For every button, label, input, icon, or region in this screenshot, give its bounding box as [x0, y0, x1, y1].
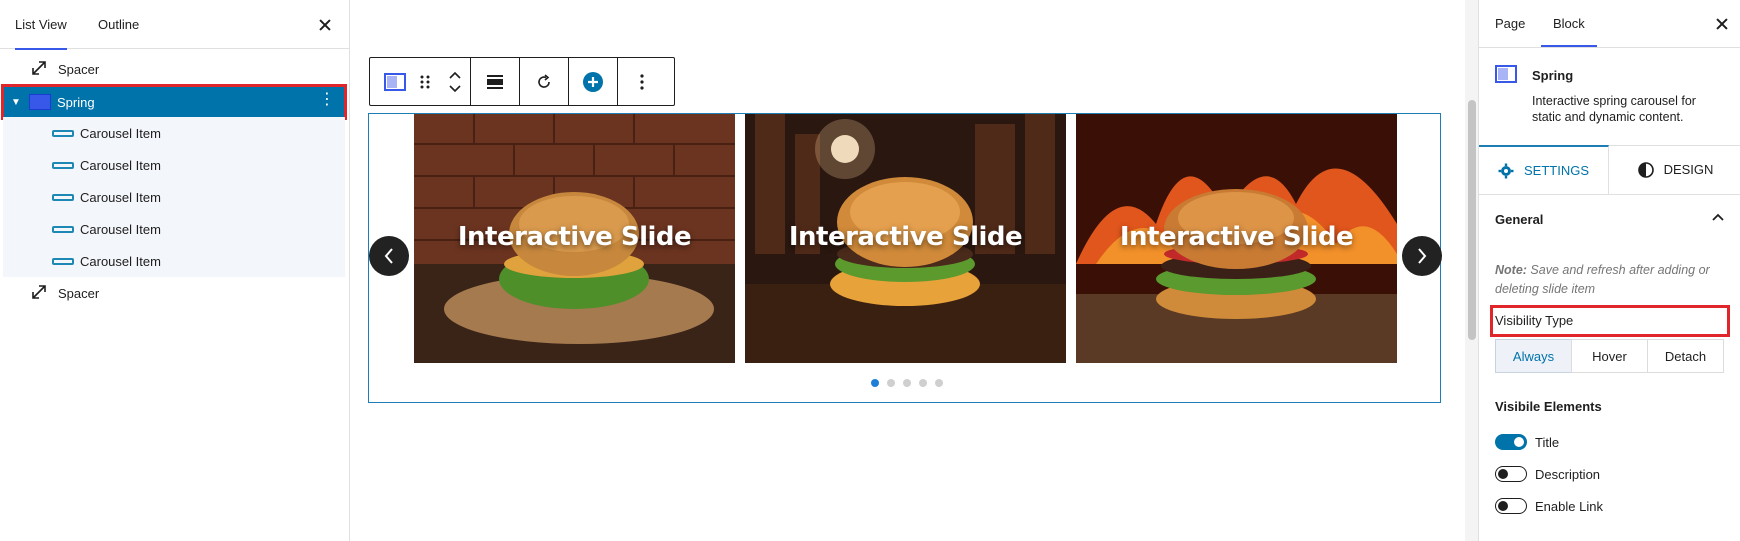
carousel-slide-2[interactable]: Interactive Slide — [745, 114, 1066, 363]
toggle-title[interactable] — [1495, 434, 1527, 450]
carousel-item-icon — [52, 257, 74, 265]
chevron-right-icon — [1418, 248, 1427, 264]
pagination-dot-4[interactable] — [919, 379, 927, 387]
rotate-icon[interactable] — [520, 58, 568, 105]
carousel-slide-1[interactable]: Interactive Slide — [414, 114, 735, 363]
general-note: Note: Save and refresh after adding or d… — [1495, 261, 1710, 299]
chevron-up-icon[interactable] — [1711, 210, 1725, 225]
pagination-dot-3[interactable] — [903, 379, 911, 387]
toggle-title-label: Title — [1535, 435, 1560, 450]
toggle-enable-link-label: Enable Link — [1535, 499, 1603, 514]
toolbar-group-add — [569, 58, 618, 105]
list-item-spring[interactable]: ▼ Spring ⋮ — [1, 84, 347, 120]
slide-title: Interactive Slide — [457, 222, 692, 252]
next-slide-button[interactable] — [1402, 236, 1442, 276]
spring-block-icon — [29, 94, 51, 110]
visible-elements-heading: Visibile Elements — [1495, 399, 1602, 414]
pagination-dot-2[interactable] — [887, 379, 895, 387]
general-heading: General — [1495, 212, 1544, 227]
spring-carousel-block[interactable]: Interactive Slide Interactive Slide Inte… — [368, 113, 1442, 403]
block-description-line: Interactive spring carousel for — [1532, 94, 1696, 108]
more-options-icon[interactable] — [618, 58, 666, 105]
list-item-carousel-item[interactable]: Carousel Item — [3, 181, 345, 213]
block-name: Spring — [1532, 68, 1574, 83]
toolbar-group-align — [471, 58, 520, 105]
move-up-down-icon[interactable] — [440, 58, 470, 105]
list-view-panel: List View Outline Spacer ▼ Spring ⋮ Caro… — [0, 0, 350, 541]
gear-icon — [1498, 163, 1514, 178]
list-item-label: Spacer — [58, 285, 100, 301]
spacer-icon — [30, 59, 52, 80]
block-type-icon[interactable] — [380, 58, 410, 105]
list-item-label: Spacer — [58, 61, 100, 77]
toolbar-group-block — [370, 58, 471, 105]
list-item-spacer[interactable]: Spacer — [3, 277, 345, 309]
close-icon[interactable] — [1712, 14, 1732, 34]
slide-title: Interactive Slide — [1119, 222, 1354, 252]
slide-title: Interactive Slide — [788, 222, 1023, 252]
add-plus-icon[interactable] — [569, 58, 617, 105]
visibility-always-button[interactable]: Always — [1495, 339, 1572, 373]
divider — [1479, 194, 1740, 195]
list-item-label: Carousel Item — [80, 221, 161, 237]
list-item-carousel-item[interactable]: Carousel Item — [3, 149, 345, 181]
settings-sidebar: Page Block Spring Interactive spring car… — [1478, 0, 1740, 541]
tab-outline[interactable]: Outline — [98, 0, 139, 49]
carousel-item-icon — [52, 161, 74, 169]
list-item-label: Carousel Item — [80, 157, 161, 173]
list-item-carousel-item[interactable]: Carousel Item — [3, 213, 345, 245]
close-icon[interactable] — [315, 15, 335, 35]
carousel-item-icon — [52, 193, 74, 201]
carousel-item-icon — [52, 129, 74, 137]
block-description-line: static and dynamic content. — [1532, 110, 1684, 124]
drag-handle-icon[interactable] — [410, 58, 440, 105]
toggle-description[interactable] — [1495, 466, 1527, 482]
note-text: deleting slide item — [1495, 282, 1596, 296]
block-description: Interactive spring carousel for static a… — [1532, 93, 1696, 125]
pagination-dot-1[interactable] — [871, 379, 879, 387]
divider — [1479, 47, 1740, 48]
list-item-carousel-item[interactable]: Carousel Item — [3, 117, 345, 149]
list-item-spacer[interactable]: Spacer — [3, 53, 345, 85]
toolbar-group-rotate — [520, 58, 569, 105]
list-item-label: Carousel Item — [80, 189, 161, 205]
tab-design[interactable]: DESIGN — [1610, 145, 1740, 194]
contrast-icon — [1637, 161, 1654, 178]
tab-design-label: DESIGN — [1663, 162, 1714, 177]
pagination-dot-5[interactable] — [935, 379, 943, 387]
carousel-item-icon — [52, 225, 74, 233]
toggle-description-label: Description — [1535, 467, 1601, 482]
tab-list-view[interactable]: List View — [15, 0, 67, 50]
list-item-label: Spring — [57, 94, 95, 110]
note-text: Save and refresh after adding or — [1526, 263, 1710, 277]
toggle-enable-link[interactable] — [1495, 498, 1527, 514]
list-item-label: Carousel Item — [80, 125, 161, 141]
tab-block[interactable]: Block — [1541, 0, 1597, 47]
visibility-detach-button[interactable]: Detach — [1647, 339, 1724, 373]
block-toolbar — [369, 57, 675, 106]
carousel-slide-3[interactable]: Interactive Slide — [1076, 114, 1397, 363]
spacer-icon — [30, 283, 52, 304]
list-item-carousel-item[interactable]: Carousel Item — [3, 245, 345, 277]
block-icon — [1495, 65, 1517, 86]
scrollbar-thumb[interactable] — [1468, 100, 1476, 340]
chevron-left-icon — [384, 248, 393, 264]
visibility-type-label: Visibility Type — [1495, 313, 1574, 328]
more-options-icon[interactable]: ⋮ — [319, 92, 335, 108]
left-panel-tabs: List View Outline — [0, 0, 349, 50]
previous-slide-button[interactable] — [369, 236, 409, 276]
canvas-scrollbar[interactable] — [1465, 0, 1478, 541]
visibility-hover-button[interactable]: Hover — [1571, 339, 1648, 373]
tab-page[interactable]: Page — [1495, 0, 1525, 47]
align-icon[interactable] — [471, 58, 519, 105]
tab-settings-label: SETTINGS — [1523, 163, 1589, 178]
note-prefix: Note: — [1495, 263, 1527, 277]
toolbar-group-more — [618, 58, 666, 105]
chevron-down-icon[interactable]: ▼ — [11, 97, 29, 108]
tab-settings[interactable]: SETTINGS — [1479, 145, 1609, 194]
list-item-label: Carousel Item — [80, 253, 161, 269]
